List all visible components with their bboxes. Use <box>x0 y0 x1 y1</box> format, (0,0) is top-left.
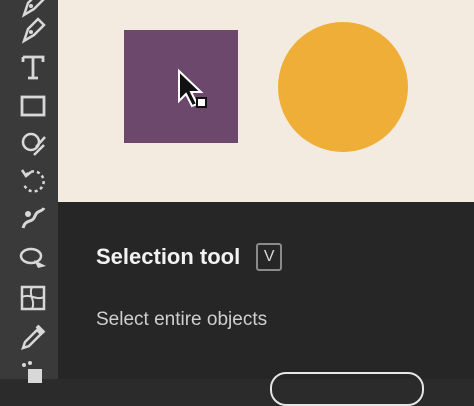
shortcut-key-badge: V <box>256 243 283 271</box>
tooltip-description: Select entire objects <box>96 309 268 330</box>
selection-cursor-icon <box>178 68 207 108</box>
learn-more-button[interactable] <box>270 372 424 406</box>
type-icon[interactable] <box>15 49 51 85</box>
mesh-icon[interactable] <box>15 280 51 316</box>
tooltip-title-row: Selection tool V <box>96 243 283 271</box>
rectangle-icon[interactable] <box>15 88 51 124</box>
tool-tooltip: Selection tool V Select entire objects <box>58 0 474 406</box>
blend-icon[interactable] <box>15 356 51 392</box>
eyedropper-icon[interactable] <box>15 319 51 355</box>
pen-icon[interactable] <box>15 12 51 48</box>
lasso-shape-icon[interactable] <box>15 241 51 277</box>
tooltip-title: Selection tool <box>96 244 241 269</box>
toolbar <box>0 0 58 383</box>
rotate-icon[interactable] <box>15 163 51 199</box>
tool-preview <box>58 0 474 202</box>
preview-circle <box>278 22 408 152</box>
warp-icon[interactable] <box>15 201 51 237</box>
shaper-icon[interactable] <box>15 126 51 162</box>
